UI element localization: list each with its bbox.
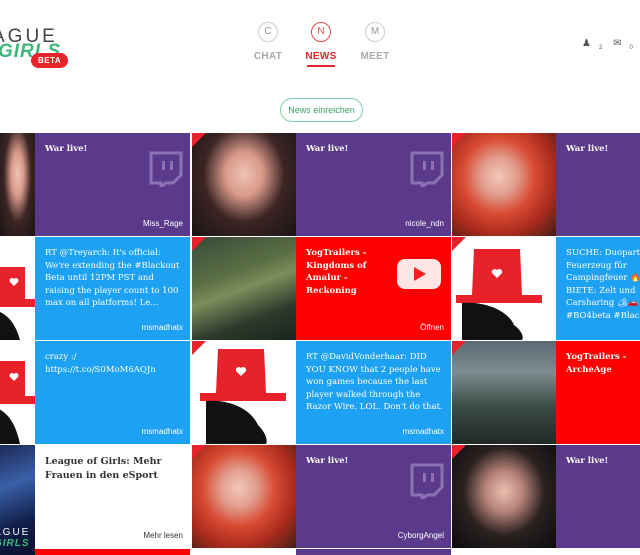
meet-icon: M xyxy=(365,22,385,42)
main-nav: C CHAT N NEWS M MEET xyxy=(248,22,398,67)
header-icons: ♟2 ✉0 N xyxy=(582,38,640,51)
red-hat-avatar-icon xyxy=(192,341,296,444)
news-icon: N xyxy=(311,22,331,42)
nav-meet-label: MEET xyxy=(360,51,390,62)
tile-article[interactable]: League of Girls: Mehr Frauen in den eSpo… xyxy=(35,445,190,548)
tile-text: crazy :/ https://t.co/S0MoM6AQJn xyxy=(45,352,156,375)
logo-girls-text: GIRLS xyxy=(0,538,30,549)
tile-user: msmadhatx xyxy=(402,427,444,436)
red-hat-avatar-icon xyxy=(0,237,35,340)
tile-tweet-duopartner[interactable]: SUCHE: Duopartner Feuerzeug für Campingf… xyxy=(556,237,640,340)
tile-video-thumb[interactable] xyxy=(192,237,296,340)
open-button[interactable]: Öffnen xyxy=(420,323,444,332)
nav-meet[interactable]: M MEET xyxy=(355,22,395,62)
tile-partial[interactable] xyxy=(35,549,190,555)
tile-avatar[interactable] xyxy=(452,237,556,340)
tile-youtube-amalur[interactable]: YogTrailers - Kingdoms of Amalur - Recko… xyxy=(296,237,451,340)
beta-badge: BETA xyxy=(31,53,69,68)
user-icon: ♟ xyxy=(582,38,591,49)
tile-text: YogTrailers - ArcheAge xyxy=(566,352,627,375)
tile-text: YogTrailers - Kingdoms of Amalur - Recko… xyxy=(306,248,367,296)
tile-twitch-nicole[interactable]: War live! nicole_ndn xyxy=(296,133,451,236)
nav-news-label: NEWS xyxy=(305,51,337,62)
tile-photo[interactable] xyxy=(0,133,35,236)
red-hat-avatar-icon xyxy=(452,237,556,340)
red-hat-avatar-icon xyxy=(0,341,35,444)
tile-text: War live! xyxy=(566,456,609,466)
tile-photo[interactable] xyxy=(192,445,296,548)
tile-avatar[interactable] xyxy=(0,341,35,444)
user-count: 2 xyxy=(598,45,603,51)
tile-user: CyborgAngel xyxy=(397,531,444,540)
tile-partial[interactable] xyxy=(296,549,451,555)
tile-twitch-cyborgangel[interactable]: War live! CyborgAngel xyxy=(296,445,451,548)
mail-icon: ✉ xyxy=(613,38,622,49)
tile-corner-marker xyxy=(452,133,466,147)
logo-league-text: AGUE xyxy=(0,527,31,538)
tile-twitch[interactable]: War live! xyxy=(556,133,640,236)
tile-text: SUCHE: Duopartner Feuerzeug für Campingf… xyxy=(566,248,640,321)
tile-corner-marker xyxy=(192,445,206,459)
tile-corner-marker xyxy=(192,237,206,251)
tile-photo[interactable] xyxy=(452,445,556,548)
youtube-play-icon xyxy=(397,259,441,289)
tile-avatar[interactable] xyxy=(0,237,35,340)
tile-user: msmadhatx xyxy=(141,323,183,332)
tile-user: nicole_ndn xyxy=(405,219,444,228)
tile-article-image[interactable]: AGUE GIRLS xyxy=(0,445,35,555)
tile-corner-marker xyxy=(192,341,206,355)
read-more-link[interactable]: Mehr lesen xyxy=(143,531,183,540)
chat-icon: C xyxy=(258,22,278,42)
league-of-girls-logo: AGUE GIRLS xyxy=(0,527,30,549)
tile-corner-marker xyxy=(452,341,466,355)
tile-corner-marker xyxy=(452,237,466,251)
tile-tweet-crazy[interactable]: crazy :/ https://t.co/S0MoM6AQJn msmadha… xyxy=(35,341,190,444)
nav-news[interactable]: N NEWS xyxy=(301,22,341,67)
tile-twitch-missrage[interactable]: War live! Miss_Rage xyxy=(35,133,190,236)
tile-user: msmadhatx xyxy=(141,427,183,436)
tile-text: War live! xyxy=(566,144,609,154)
tile-corner-marker xyxy=(452,445,466,459)
twitch-icon xyxy=(410,463,444,499)
nav-chat-label: CHAT xyxy=(253,51,283,62)
tile-user: Miss_Rage xyxy=(142,219,183,228)
tile-corner-marker xyxy=(192,133,206,147)
tile-tweet-razorwire[interactable]: RT @DavidVonderhaar: DID YOU KNOW that 2… xyxy=(296,341,451,444)
tile-tweet-blackout[interactable]: RT @Treyarch: It's official: We're exten… xyxy=(35,237,190,340)
tile-text: RT @Treyarch: It's official: We're exten… xyxy=(45,248,180,308)
submit-news-button[interactable]: News einreichen xyxy=(280,98,363,122)
messages-button[interactable]: ✉ 0 xyxy=(613,38,633,51)
tile-text: League of Girls: Mehr Frauen in den eSpo… xyxy=(45,456,162,481)
tile-twitch[interactable]: War live! xyxy=(556,445,640,548)
tile-avatar[interactable] xyxy=(192,341,296,444)
tile-video-thumb[interactable] xyxy=(452,341,556,444)
users-button[interactable]: ♟ 2 xyxy=(582,38,603,51)
tile-youtube-archeage[interactable]: YogTrailers - ArcheAge xyxy=(556,341,640,444)
tile-photo[interactable] xyxy=(452,133,556,236)
mail-count: 0 xyxy=(629,45,633,51)
twitch-icon xyxy=(410,151,444,187)
active-underline xyxy=(307,65,335,67)
twitch-icon xyxy=(149,151,183,187)
tile-photo[interactable] xyxy=(192,133,296,236)
site-logo[interactable]: AGUE GIRLS BETA xyxy=(0,26,72,70)
tile-text: RT @DavidVonderhaar: DID YOU KNOW that 2… xyxy=(306,352,443,412)
nav-chat[interactable]: C CHAT xyxy=(248,22,288,62)
